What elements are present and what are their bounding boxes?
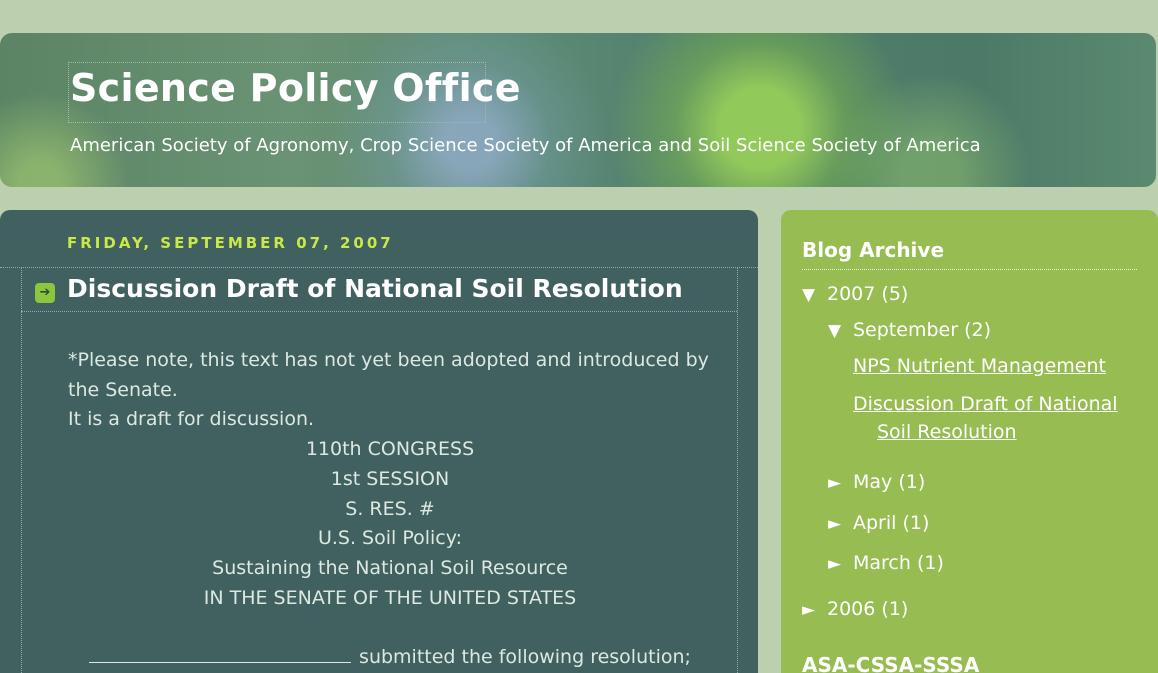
month-label[interactable]: March	[853, 552, 911, 574]
body-line: *Please note, this text has not yet been…	[68, 349, 709, 371]
sidebar-section-heading: ASA-CSSA-SSSA	[802, 653, 980, 673]
archive-month-march[interactable]: ► March (1)	[828, 552, 944, 574]
collapsed-triangle-icon[interactable]: ►	[828, 473, 853, 493]
divider	[737, 267, 738, 673]
post-count: (1)	[898, 471, 926, 493]
sidebar: Blog Archive ▼ 2007 (5) ▼ September (2) NP…	[781, 210, 1158, 673]
body-line-centered: IN THE SENATE OF THE UNITED STATES	[203, 586, 577, 609]
expanded-triangle-icon[interactable]: ▼	[828, 321, 853, 341]
expanded-triangle-icon[interactable]: ▼	[802, 285, 827, 305]
archive-post-link-soil-b[interactable]: Soil Resolution	[877, 418, 1017, 446]
month-label[interactable]: September	[853, 319, 958, 341]
archive-month-april[interactable]: ► April (1)	[828, 512, 929, 534]
body-line: the Senate.	[68, 378, 178, 401]
post-count: (1)	[902, 512, 930, 534]
month-label[interactable]: May	[853, 471, 892, 493]
blog-title[interactable]: Science Policy Office	[70, 66, 521, 110]
body-line-centered: U.S. Soil Policy:	[317, 527, 463, 550]
archive-post-link-soil-a[interactable]: Discussion Draft of National	[853, 390, 1118, 418]
collapsed-triangle-icon[interactable]: ►	[802, 600, 827, 620]
archive-year-2006[interactable]: ► 2006 (1)	[802, 598, 908, 620]
body-line-centered: Sustaining the National Soil Resource	[212, 556, 568, 579]
arrow-right-icon: ➔	[35, 283, 55, 303]
blog-header: Science Policy Office American Society o…	[0, 33, 1156, 187]
post-title[interactable]: Discussion Draft of National Soil Resolu…	[67, 274, 683, 303]
body-line-centered: S. RES. #	[345, 497, 435, 520]
collapsed-triangle-icon[interactable]: ►	[828, 554, 853, 574]
post-body: *Please note, this text has not yet been…	[68, 346, 712, 673]
post-date: FRIDAY, SEPTEMBER 07, 2007	[67, 234, 394, 252]
blog-description: American Society of Agronomy, Crop Scien…	[70, 135, 981, 156]
divider	[802, 269, 1137, 270]
year-label[interactable]: 2006	[827, 598, 875, 620]
post-count: (2)	[964, 319, 991, 341]
submitted-text: submitted the following resolution;	[359, 646, 691, 669]
blank-underline	[89, 645, 352, 664]
blog-archive-heading: Blog Archive	[802, 238, 945, 262]
submitted-line: submitted the following resolution;	[68, 643, 712, 673]
archive-year-2007[interactable]: ▼ 2007 (5)	[802, 283, 908, 305]
collapsed-triangle-icon[interactable]: ►	[828, 514, 853, 534]
body-line: It is a draft for discussion.	[68, 408, 315, 431]
post-count: (5)	[881, 283, 909, 305]
archive-month-may[interactable]: ► May (1)	[828, 471, 925, 493]
divider	[21, 267, 22, 673]
divider	[0, 267, 758, 268]
month-label[interactable]: April	[853, 512, 896, 534]
archive-post-link-nps[interactable]: NPS Nutrient Management	[853, 352, 1106, 380]
body-line-centered: 110th CONGRESS	[305, 438, 475, 461]
year-label[interactable]: 2007	[827, 283, 875, 305]
main-post-area: FRIDAY, SEPTEMBER 07, 2007 ➔ Discussion …	[0, 210, 758, 673]
body-line-centered: 1st SESSION	[330, 467, 450, 490]
archive-month-september[interactable]: ▼ September (2)	[828, 319, 991, 341]
post-count: (1)	[881, 598, 909, 620]
divider	[21, 311, 737, 312]
post-count: (1)	[916, 552, 944, 574]
